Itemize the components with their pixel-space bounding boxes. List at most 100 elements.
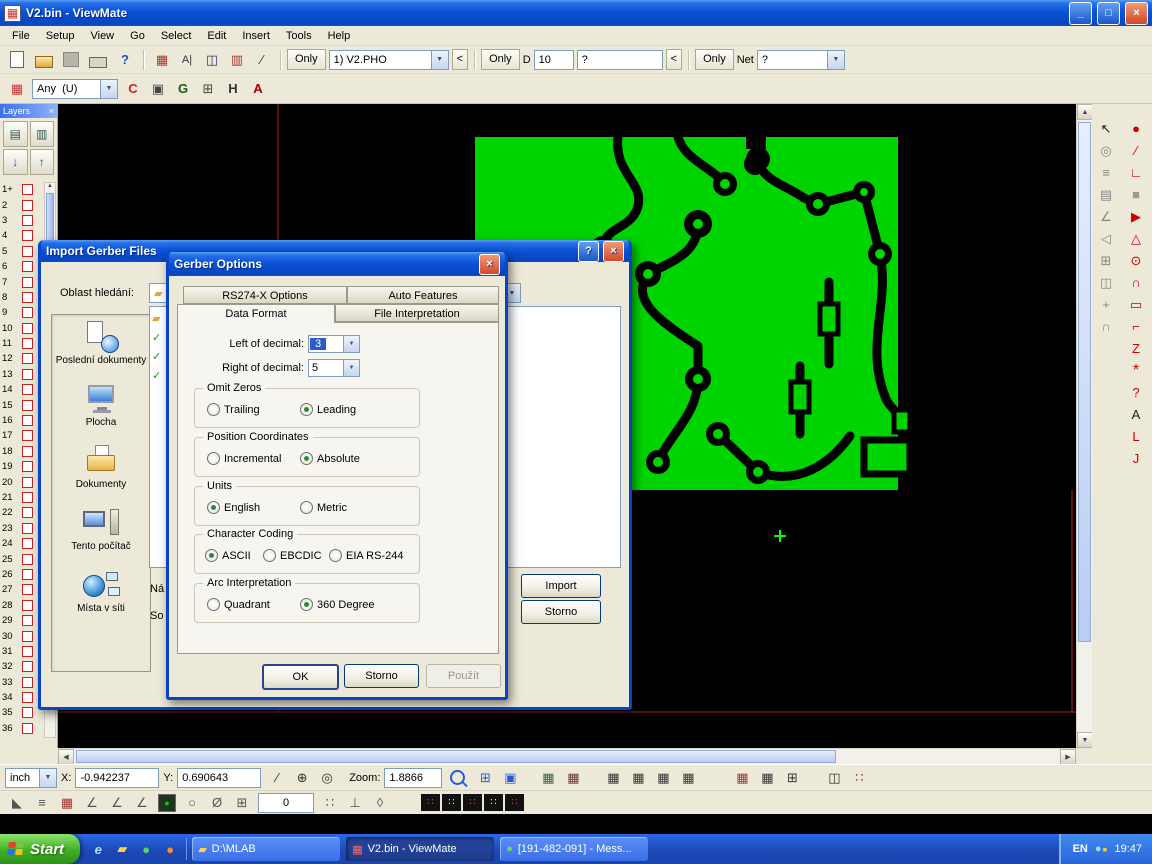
- table-small-icon[interactable]: ⊞: [230, 792, 254, 813]
- layer-color-swatch[interactable]: [22, 292, 33, 303]
- print-button[interactable]: [86, 49, 110, 71]
- angle-45-icon[interactable]: ∠: [80, 792, 104, 813]
- radio-eia-rs244[interactable]: EIA RS-244: [329, 549, 403, 562]
- right-of-decimal-combo[interactable]: 5 ▼: [308, 359, 360, 377]
- folder-quick-icon[interactable]: ▰: [112, 839, 132, 859]
- y-coordinate-field[interactable]: 0.690643: [177, 768, 261, 788]
- layer-color-swatch[interactable]: [22, 307, 33, 318]
- gerber-dialog-titlebar[interactable]: Gerber Options ×: [169, 252, 505, 276]
- layer-color-swatch[interactable]: [22, 323, 33, 334]
- layer-color-swatch[interactable]: [22, 338, 33, 349]
- net-grid-icon[interactable]: ▦: [730, 767, 754, 788]
- layer-color-swatch[interactable]: [22, 400, 33, 411]
- angle-any-icon[interactable]: ∠: [130, 792, 154, 813]
- menu-insert[interactable]: Insert: [234, 28, 278, 44]
- layer-color-swatch[interactable]: [22, 507, 33, 518]
- layer-row[interactable]: 1+: [0, 182, 44, 197]
- draw-rect-icon[interactable]: ▭: [1124, 294, 1148, 315]
- corner-tool-icon[interactable]: ◣: [5, 792, 29, 813]
- left-of-decimal-combo[interactable]: 3 ▼: [308, 335, 360, 353]
- scroll-down-icon[interactable]: ▼: [1077, 732, 1093, 748]
- chevron-down-icon[interactable]: ▼: [343, 336, 359, 352]
- anchor-tool-icon[interactable]: ⊥: [343, 792, 367, 813]
- dcode-value-field[interactable]: 10: [534, 50, 574, 70]
- query-tool-icon[interactable]: ?: [1124, 382, 1148, 403]
- media-icon[interactable]: ●: [136, 839, 156, 859]
- radio-360-degree[interactable]: 360 Degree: [300, 598, 375, 611]
- firefox-icon[interactable]: ●: [160, 839, 180, 859]
- layer-color-swatch[interactable]: [22, 200, 33, 211]
- layer-settings-icon[interactable]: ▥: [30, 121, 55, 147]
- radio-absolute[interactable]: Absolute: [300, 452, 360, 465]
- layer-combo[interactable]: 1) V2.PHO ▼: [329, 50, 449, 70]
- layer-color-swatch[interactable]: [22, 569, 33, 580]
- status-light-icon[interactable]: ●: [158, 794, 176, 812]
- text-a-icon[interactable]: A: [246, 78, 270, 99]
- draw-segment-icon[interactable]: ∕: [265, 767, 289, 788]
- scroll-left-icon[interactable]: ◀: [58, 749, 74, 765]
- tab-file-interpretation[interactable]: File Interpretation: [335, 304, 499, 322]
- select-filter-combo[interactable]: Any (U) ▼: [32, 79, 118, 99]
- sidebar-item-computer[interactable]: Tento počítač: [52, 501, 150, 563]
- sidebar-item-desktop[interactable]: Plocha: [52, 377, 150, 439]
- flash-pad-icon[interactable]: ●: [1124, 118, 1148, 139]
- dcode-ring-icon[interactable]: ◎: [1094, 140, 1118, 161]
- circle-slash-icon[interactable]: Ø: [205, 792, 229, 813]
- swap-icon[interactable]: ▣: [146, 78, 170, 99]
- layers-panel-header[interactable]: Layers ×: [0, 104, 57, 118]
- hscroll-thumb[interactable]: [76, 750, 836, 763]
- layer-color-swatch[interactable]: [22, 184, 33, 195]
- net-combo[interactable]: ? ▼: [757, 50, 845, 70]
- layer-color-swatch[interactable]: [22, 600, 33, 611]
- letter-j-icon[interactable]: J: [1124, 448, 1148, 469]
- grid-tool-icon[interactable]: ⊞: [1094, 250, 1118, 271]
- aperture-text-icon[interactable]: A|: [175, 49, 199, 70]
- measure-line-icon[interactable]: ∕: [250, 49, 274, 70]
- tab-auto-features[interactable]: Auto Features: [347, 286, 499, 304]
- chevron-down-icon[interactable]: ▼: [343, 360, 359, 376]
- storno-button[interactable]: Storno: [344, 664, 419, 688]
- sidebar-item-recent[interactable]: Poslední dokumenty: [52, 315, 150, 377]
- context-help-button[interactable]: ?: [113, 49, 137, 71]
- radio-trailing[interactable]: Trailing: [207, 403, 260, 416]
- chevron-down-icon[interactable]: ▼: [827, 51, 844, 69]
- draw-corner-icon[interactable]: ∟: [1124, 162, 1148, 183]
- open-file-button[interactable]: [32, 49, 56, 71]
- layer-color-swatch[interactable]: [22, 230, 33, 241]
- films-grid-icon[interactable]: ▦: [651, 767, 675, 788]
- layer-color-swatch[interactable]: [22, 246, 33, 257]
- draw-arc-icon[interactable]: ∩: [1124, 272, 1148, 293]
- pattern-white-2-icon[interactable]: ∷: [484, 794, 503, 811]
- sidebar-item-network[interactable]: Místa v síti: [52, 563, 150, 625]
- vscroll-thumb[interactable]: [1078, 122, 1091, 642]
- new-file-button[interactable]: [5, 49, 29, 71]
- minimize-button[interactable]: _: [1069, 2, 1092, 25]
- mirror-icon[interactable]: ◁: [1094, 228, 1118, 249]
- filled-square-icon[interactable]: ■: [1124, 184, 1148, 205]
- pattern-red-2-icon[interactable]: ∷: [463, 794, 482, 811]
- angle-tool-icon[interactable]: ∠: [1094, 206, 1118, 227]
- letter-l-icon[interactable]: L: [1124, 426, 1148, 447]
- dcode-query-field[interactable]: ?: [577, 50, 663, 70]
- layer-color-swatch[interactable]: [22, 646, 33, 657]
- menu-select[interactable]: Select: [153, 28, 200, 44]
- layer-color-swatch[interactable]: [22, 723, 33, 734]
- radio-quadrant[interactable]: Quadrant: [207, 598, 270, 611]
- text-tool-icon[interactable]: A: [1124, 404, 1148, 425]
- layer-color-swatch[interactable]: [22, 492, 33, 503]
- move-layer-up-icon[interactable]: ↑: [30, 149, 55, 175]
- layer-color-swatch[interactable]: [22, 692, 33, 703]
- select-mode-icon[interactable]: ▦: [5, 78, 29, 99]
- unit-combo[interactable]: inch ▼: [5, 768, 57, 788]
- menu-edit[interactable]: Edit: [199, 28, 234, 44]
- task-viewmate[interactable]: ▦ V2.bin - ViewMate: [346, 837, 494, 861]
- ok-button[interactable]: OK: [262, 664, 339, 690]
- zoom-dcode-icon[interactable]: ▣: [498, 767, 522, 788]
- sidebar-item-documents[interactable]: Dokumenty: [52, 439, 150, 501]
- merge-grid-icon[interactable]: ◫: [822, 767, 846, 788]
- report-grid-icon[interactable]: ▦: [676, 767, 700, 788]
- apertures-grid-icon[interactable]: ▦: [601, 767, 625, 788]
- zigzag-icon[interactable]: Z: [1124, 338, 1148, 359]
- pattern-red-1-icon[interactable]: ∷: [421, 794, 440, 811]
- layer-color-swatch[interactable]: [22, 430, 33, 441]
